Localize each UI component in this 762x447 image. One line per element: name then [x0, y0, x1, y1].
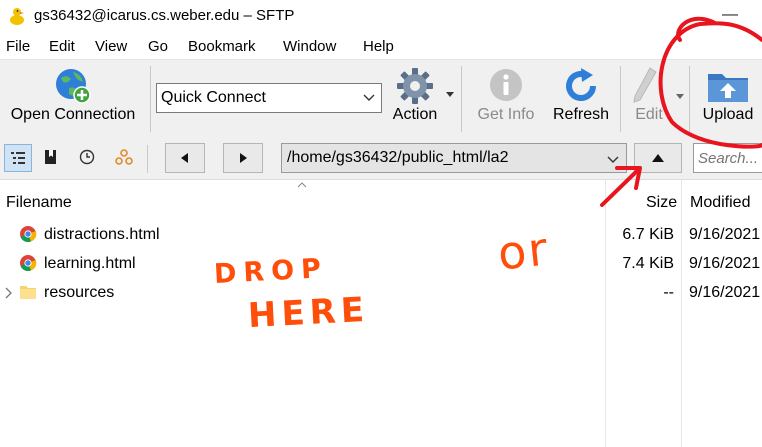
path-value: /home/gs36432/public_html/la2: [287, 149, 509, 166]
open-connection-button[interactable]: Open Connection: [4, 60, 142, 134]
toolbar-separator: [620, 66, 621, 132]
file-name: distractions.html: [44, 226, 160, 243]
bonjour-button[interactable]: [111, 144, 137, 170]
globe-add-icon: [56, 69, 91, 104]
quick-connect-value: Quick Connect: [161, 89, 266, 106]
file-modified: 9/16/2021: [689, 226, 761, 243]
menu-bar: File Edit View Go Bookmark Window Help: [0, 35, 762, 59]
file-row[interactable]: distractions.html 6.7 KiB 9/16/2021: [0, 221, 762, 250]
chevron-down-icon: [363, 94, 375, 101]
parent-directory-button[interactable]: [634, 143, 682, 173]
file-size: 6.7 KiB: [622, 226, 674, 243]
open-connection-label: Open Connection: [10, 106, 136, 123]
file-name: learning.html: [44, 255, 136, 272]
menu-view[interactable]: View: [95, 38, 127, 55]
quick-connect-select[interactable]: Quick Connect: [156, 83, 382, 113]
navbar-separator: [147, 145, 148, 173]
menu-bookmark[interactable]: Bookmark: [188, 38, 256, 55]
file-size: --: [663, 284, 674, 301]
folder-icon: [20, 286, 36, 299]
file-modified: 9/16/2021: [689, 255, 761, 272]
chevron-right-icon[interactable]: [4, 287, 12, 299]
annotation-here: HERE: [247, 289, 371, 337]
column-header-filename[interactable]: Filename: [6, 194, 72, 212]
history-button[interactable]: [74, 144, 100, 170]
toolbar-separator: [150, 66, 151, 132]
chrome-html-icon: [20, 255, 37, 271]
toolbar: Open Connection Quick Connect Action Get…: [0, 59, 762, 140]
refresh-button[interactable]: Refresh: [548, 60, 614, 134]
cyberduck-icon: [10, 8, 24, 25]
action-dropdown-arrow-icon[interactable]: [446, 92, 454, 98]
upload-label: Upload: [702, 106, 754, 123]
info-icon: [490, 69, 522, 101]
get-info-label: Get Info: [477, 106, 535, 123]
action-button[interactable]: Action: [386, 60, 444, 134]
upload-button[interactable]: Upload: [694, 60, 762, 134]
back-button[interactable]: [165, 143, 205, 173]
outline-view-button[interactable]: [4, 144, 32, 172]
upload-folder-icon: [708, 74, 748, 102]
annotation-drop: DROP: [213, 253, 329, 290]
get-info-button[interactable]: Get Info: [470, 60, 542, 134]
bookmark-book-icon: [45, 150, 56, 164]
menu-go[interactable]: Go: [148, 38, 168, 55]
chrome-html-icon: [20, 226, 37, 242]
refresh-label: Refresh: [552, 106, 610, 123]
column-header-modified[interactable]: Modified: [690, 194, 750, 212]
clock-icon: [79, 149, 95, 165]
menu-file[interactable]: File: [6, 38, 30, 55]
edit-button[interactable]: Edit: [626, 60, 672, 134]
bookmarks-button[interactable]: [37, 144, 63, 170]
gear-icon: [397, 68, 433, 104]
edit-label: Edit: [635, 106, 663, 123]
sort-ascending-icon: [297, 182, 307, 188]
arrow-up-icon: [652, 154, 664, 162]
arrow-right-icon: [240, 153, 247, 163]
edit-dropdown-arrow-icon[interactable]: [676, 94, 684, 100]
menu-edit[interactable]: Edit: [49, 38, 75, 55]
file-row[interactable]: learning.html 7.4 KiB 9/16/2021: [0, 250, 762, 279]
title-bar: gs36432@icarus.cs.weber.edu – SFTP —: [0, 0, 762, 34]
file-modified: 9/16/2021: [689, 284, 761, 301]
window-title: gs36432@icarus.cs.weber.edu – SFTP: [34, 7, 295, 24]
chevron-down-icon: [607, 156, 619, 163]
folder-row[interactable]: resources -- 9/16/2021: [0, 279, 762, 308]
search-input[interactable]: [693, 143, 762, 173]
annotation-or: or: [495, 221, 552, 281]
minimize-button[interactable]: —: [722, 6, 738, 24]
pencil-icon: [633, 67, 657, 103]
refresh-icon: [566, 68, 596, 101]
navigation-bar: /home/gs36432/public_html/la2: [0, 139, 762, 180]
column-header-size[interactable]: Size: [646, 194, 677, 212]
file-size: 7.4 KiB: [622, 255, 674, 272]
network-nodes-icon: [115, 149, 133, 165]
toolbar-separator: [461, 66, 462, 132]
toolbar-separator: [689, 66, 690, 132]
file-name: resources: [44, 284, 115, 301]
path-select[interactable]: /home/gs36432/public_html/la2: [281, 143, 627, 173]
arrow-left-icon: [181, 153, 188, 163]
menu-help[interactable]: Help: [363, 38, 394, 55]
menu-window[interactable]: Window: [283, 38, 336, 55]
file-browser: Filename Size Modified distractions.html…: [0, 180, 762, 447]
action-label: Action: [392, 106, 438, 123]
list-tree-icon: [11, 152, 25, 164]
forward-button[interactable]: [223, 143, 263, 173]
